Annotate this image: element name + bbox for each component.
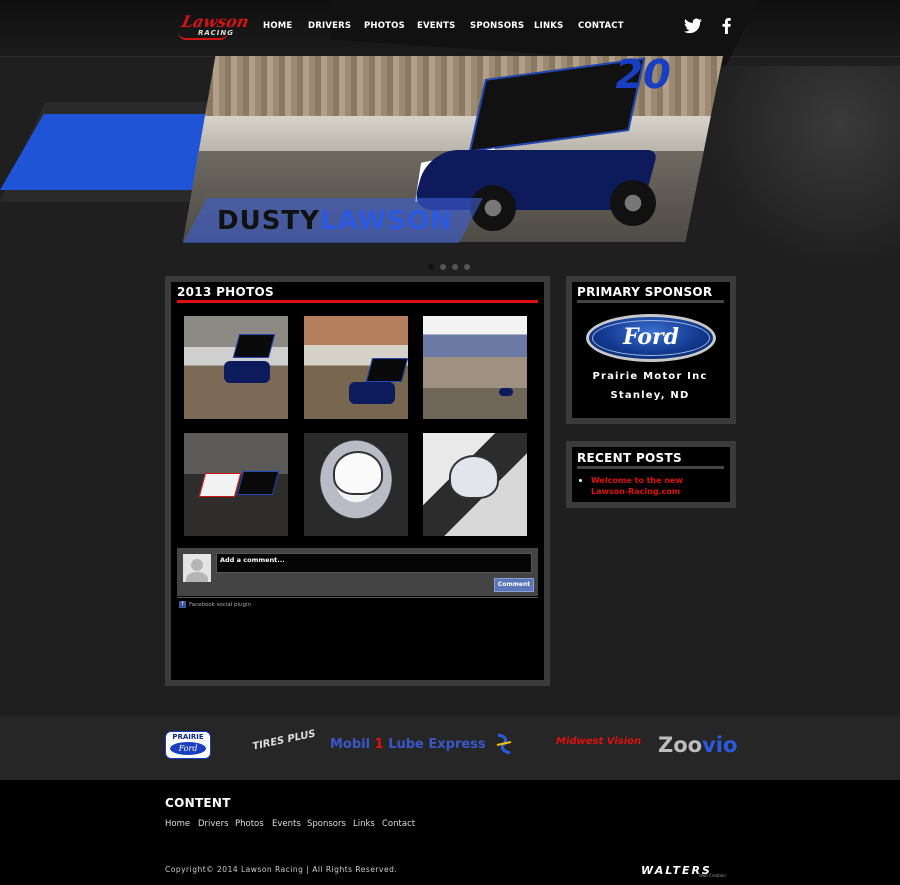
slider-dots <box>428 255 476 274</box>
footer <box>0 780 900 885</box>
avatar-head <box>191 559 203 571</box>
thumb-car <box>349 382 395 404</box>
footer-link-links[interactable]: Links <box>353 819 375 829</box>
lube-express-text: Lube Express <box>383 737 486 752</box>
footer-link-contact[interactable]: Contact <box>382 819 415 829</box>
prairie-logo-text: PRAIRIE <box>172 733 204 741</box>
hero-last-name: LAWSON <box>319 206 453 236</box>
photo-thumbnail[interactable] <box>304 433 408 536</box>
sponsor-name: Prairie Motor Inc <box>592 371 708 382</box>
recent-posts-title: RECENT POSTS <box>577 451 682 465</box>
zoovio-text-b: vio <box>702 733 738 757</box>
recent-posts-rule <box>577 466 724 469</box>
prairie-ford-logo[interactable]: PRAIRIE Ford <box>165 731 211 759</box>
photo-thumbnail[interactable] <box>423 316 527 419</box>
thumb-car-wing <box>198 473 242 497</box>
logo-subtext: RACING <box>198 29 234 37</box>
rb-sponsor-logo[interactable] <box>495 733 513 755</box>
photo-thumbnail[interactable] <box>184 316 288 419</box>
nav-links[interactable]: LINKS <box>534 21 563 31</box>
comment-input[interactable]: Add a comment... <box>216 553 532 573</box>
mobil-lube-express-logo[interactable]: Mobil 1 Lube Express <box>330 737 486 752</box>
slider-dot[interactable] <box>428 264 434 270</box>
slider-dot[interactable] <box>452 264 458 270</box>
thumb-car-wing <box>236 471 280 495</box>
zoovio-logo[interactable]: Zoovio <box>658 733 737 757</box>
avatar-shoulders <box>186 572 208 582</box>
footer-link-home[interactable]: Home <box>165 819 190 829</box>
hero-photo-wall <box>183 116 723 152</box>
twitter-icon[interactable] <box>684 18 702 34</box>
hero-texture <box>700 66 900 266</box>
thumb-car <box>499 388 513 396</box>
nav-drivers[interactable]: DRIVERS <box>308 21 351 31</box>
footer-link-photos[interactable]: Photos <box>235 819 264 829</box>
avatar <box>183 554 211 582</box>
slider-dot[interactable] <box>464 264 470 270</box>
footer-link-drivers[interactable]: Drivers <box>198 819 229 829</box>
comment-button[interactable]: Comment <box>494 578 534 592</box>
thumb-helmet <box>333 451 383 495</box>
photos-title: 2013 PHOTOS <box>177 285 274 299</box>
thumb-car-wing <box>232 334 276 358</box>
nav-events[interactable]: EVENTS <box>417 21 455 31</box>
mobil-one-text: 1 <box>374 737 384 752</box>
facebook-small-icon: f <box>179 601 186 608</box>
plugin-label: Facebook social plugin <box>189 602 252 608</box>
credit-subtext: Web Creation <box>699 873 726 878</box>
list-bullet <box>579 479 582 482</box>
photo-thumbnail[interactable] <box>423 433 527 536</box>
mobil-text: Mobil <box>330 737 375 752</box>
hero-driver-name: DUSTYLAWSON <box>217 206 453 236</box>
recent-post-link[interactable]: Welcome to the new Lawson-Racing.com <box>591 476 721 497</box>
midwest-vision-logo[interactable]: Midwest Vision <box>556 736 641 747</box>
footer-link-sponsors[interactable]: Sponsors <box>307 819 346 829</box>
sponsor-title-rule <box>577 300 724 303</box>
zoovio-text-a: Zoo <box>658 733 703 757</box>
footer-title: CONTENT <box>165 796 231 810</box>
footer-link-events[interactable]: Events <box>272 819 301 829</box>
facebook-icon[interactable] <box>722 18 731 34</box>
nav-contact[interactable]: CONTACT <box>578 21 624 31</box>
nav-sponsors[interactable]: SPONSORS <box>470 21 524 31</box>
thumb-car-wing <box>365 358 408 382</box>
site-logo[interactable]: Lawson RACING <box>178 12 251 42</box>
walters-credit-logo[interactable]: WALTERS Web Creation <box>641 859 726 878</box>
slider-dot[interactable] <box>440 264 446 270</box>
thumb-car <box>224 361 270 383</box>
comment-divider <box>177 597 538 598</box>
nav-photos[interactable]: PHOTOS <box>364 21 405 31</box>
hero-first-name: DUSTY <box>217 206 320 236</box>
nav-home[interactable]: HOME <box>263 21 292 31</box>
hero-car-wheel <box>610 180 656 226</box>
ford-logo-text: Ford <box>622 324 680 350</box>
ford-logo[interactable]: Ford <box>586 314 716 362</box>
sponsor-location: Stanley, ND <box>610 390 690 401</box>
sponsor-title: PRIMARY SPONSOR <box>577 285 713 299</box>
hero-car-number: 20 <box>610 52 675 98</box>
facebook-plugin-label[interactable]: f Facebook social plugin <box>179 601 251 608</box>
copyright-text: Copyright© 2014 Lawson Racing | All Righ… <box>165 865 398 874</box>
photo-thumbnail[interactable] <box>184 433 288 536</box>
prairie-ford-oval: Ford <box>170 742 206 755</box>
photos-title-rule <box>177 300 538 303</box>
thumb-helmet <box>449 455 499 499</box>
photo-thumbnail[interactable] <box>304 316 408 419</box>
